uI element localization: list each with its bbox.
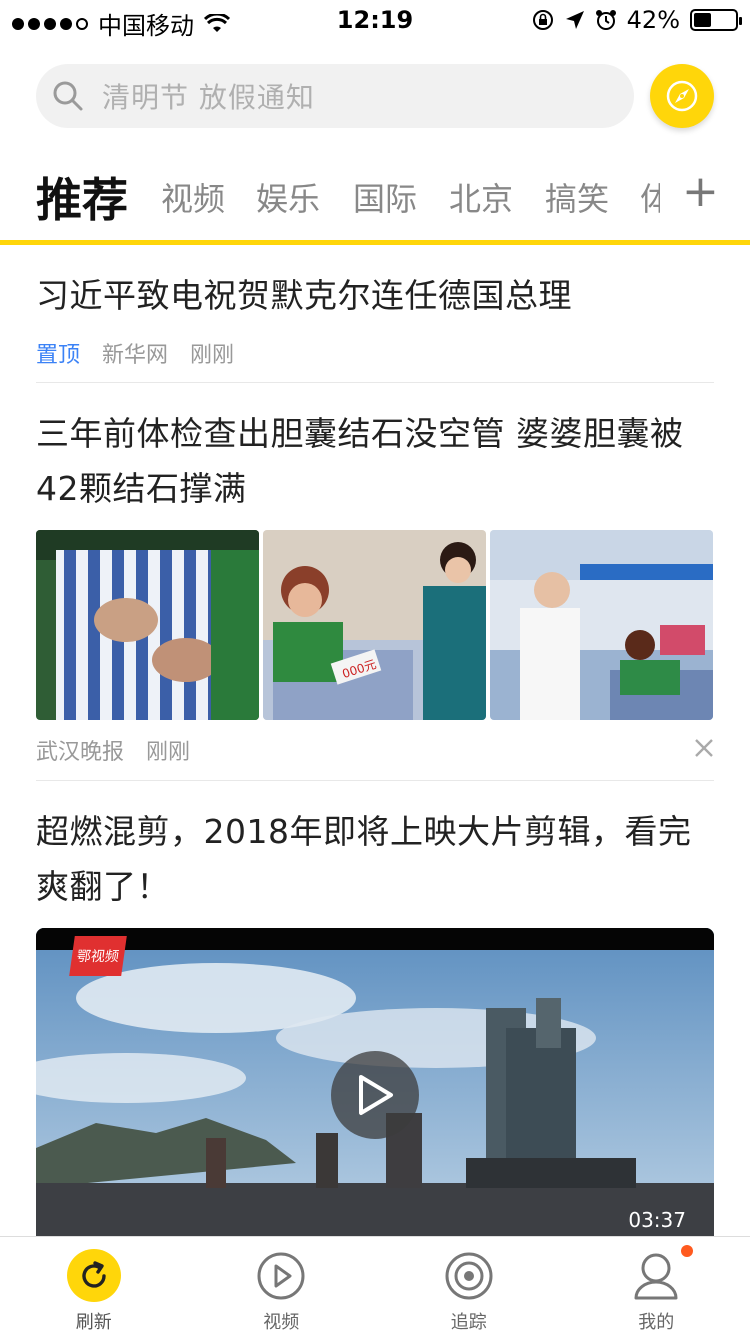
video-player[interactable]: 鄂视频 03:37 <box>36 928 714 1238</box>
tab-beijing[interactable]: 北京 <box>449 174 513 220</box>
divider <box>36 382 714 383</box>
refresh-icon <box>66 1249 121 1302</box>
nav-profile-label: 我的 <box>638 1312 675 1333</box>
channel-tabs: 推荐 视频 娱乐 国际 北京 搞笑 体 + <box>0 160 750 240</box>
alarm-icon <box>595 10 616 30</box>
rotation-lock-icon <box>532 10 553 30</box>
feed-item-2[interactable]: 三年前体检查出胆囊结石没空管 婆婆胆囊被42颗结石撑满 000元 武汉晚报 刚刚 <box>36 406 714 766</box>
video-duration: 03:37 <box>628 1208 686 1232</box>
location-icon <box>565 11 584 29</box>
play-button[interactable] <box>331 1051 419 1139</box>
status-icons: 42% <box>531 6 742 34</box>
nav-refresh[interactable]: 刷新 <box>0 1237 188 1334</box>
search-bar[interactable]: 清明节 放假通知 <box>36 64 634 128</box>
add-channel-button[interactable]: + <box>682 170 719 214</box>
tab-sports-clipped[interactable]: 体 <box>640 174 660 220</box>
tab-recommend[interactable]: 推荐 <box>36 164 128 230</box>
article-title[interactable]: 三年前体检查出胆囊结石没空管 婆婆胆囊被42颗结石撑满 <box>36 406 714 516</box>
close-icon[interactable] <box>694 738 714 758</box>
article-image-1[interactable] <box>36 530 259 720</box>
article-image-2[interactable]: 000元 <box>263 530 486 720</box>
tab-entertainment[interactable]: 娱乐 <box>256 174 320 220</box>
target-icon <box>442 1249 496 1302</box>
channel-logo: 鄂视频 <box>69 936 127 976</box>
search-placeholder: 清明节 放假通知 <box>102 81 315 114</box>
user-icon <box>629 1249 683 1302</box>
tabs-border <box>0 240 750 245</box>
article-title[interactable]: 习近平致电祝贺默克尔连任德国总理 <box>36 268 714 323</box>
nav-follow-label: 追踪 <box>450 1312 487 1333</box>
compass-button[interactable] <box>650 64 714 128</box>
tab-video[interactable]: 视频 <box>161 174 225 220</box>
nav-refresh-label: 刷新 <box>75 1312 112 1333</box>
article-source: 新华网 <box>102 343 169 368</box>
pinned-label: 置顶 <box>36 343 81 368</box>
battery-percent: 42% <box>626 6 680 34</box>
play-circle-icon <box>254 1249 308 1302</box>
article-time: 刚刚 <box>190 343 235 368</box>
status-bar: 中国移动 12:19 42% <box>0 0 750 40</box>
article-source: 武汉晚报 <box>36 740 125 765</box>
nav-video-label: 视频 <box>263 1312 300 1333</box>
article-meta: 置顶 新华网 刚刚 <box>36 337 714 369</box>
tab-international[interactable]: 国际 <box>353 174 417 220</box>
article-image-row[interactable]: 000元 <box>36 530 714 720</box>
article-meta: 武汉晚报 刚刚 <box>36 734 714 766</box>
nav-profile[interactable]: 我的 <box>563 1237 750 1334</box>
feed-item-3[interactable]: 超燃混剪，2018年即将上映大片剪辑，看完爽翻了！ <box>36 804 714 914</box>
bottom-nav: 刷新 视频 追踪 我的 <box>0 1236 750 1334</box>
notification-dot <box>680 1245 693 1257</box>
nav-video[interactable]: 视频 <box>188 1237 376 1334</box>
article-time: 刚刚 <box>146 740 191 765</box>
search-icon <box>53 81 83 111</box>
article-title[interactable]: 超燃混剪，2018年即将上映大片剪辑，看完爽翻了！ <box>36 804 714 914</box>
battery-icon <box>690 9 742 31</box>
nav-follow[interactable]: 追踪 <box>375 1237 563 1334</box>
article-image-3[interactable] <box>490 530 713 720</box>
divider <box>36 780 714 781</box>
play-icon <box>359 1075 393 1115</box>
compass-icon <box>666 80 698 112</box>
feed-item-1[interactable]: 习近平致电祝贺默克尔连任德国总理 置顶 新华网 刚刚 <box>36 268 714 369</box>
tab-funny[interactable]: 搞笑 <box>545 174 609 220</box>
